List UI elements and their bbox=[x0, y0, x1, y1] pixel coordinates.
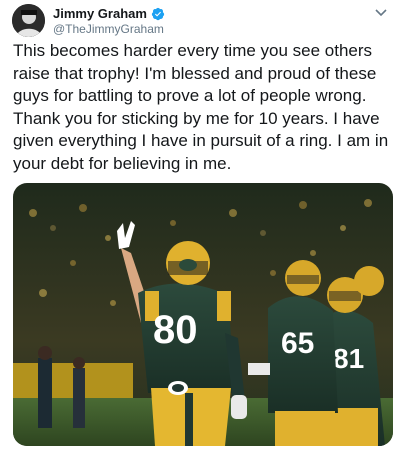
tweet-card: Jimmy Graham @TheJimmyGraham This become… bbox=[0, 0, 400, 455]
jersey-number-65: 65 bbox=[281, 327, 314, 360]
chevron-down-icon[interactable] bbox=[374, 8, 388, 18]
verified-badge-icon bbox=[151, 7, 165, 20]
football-players-photo: 81 65 80 bbox=[13, 183, 393, 446]
tweet-media-photo[interactable]: 81 65 80 bbox=[13, 183, 393, 446]
jersey-number-80: 80 bbox=[153, 308, 198, 352]
jersey-number-81: 81 bbox=[333, 343, 364, 374]
author-avatar[interactable] bbox=[12, 4, 45, 37]
author-handle[interactable]: @TheJimmyGraham bbox=[53, 22, 164, 36]
tweet-text: This becomes harder every time you see o… bbox=[13, 41, 389, 173]
avatar-photo bbox=[12, 4, 45, 37]
author-name-row: Jimmy Graham bbox=[53, 6, 165, 21]
author-display-name[interactable]: Jimmy Graham bbox=[53, 6, 147, 21]
